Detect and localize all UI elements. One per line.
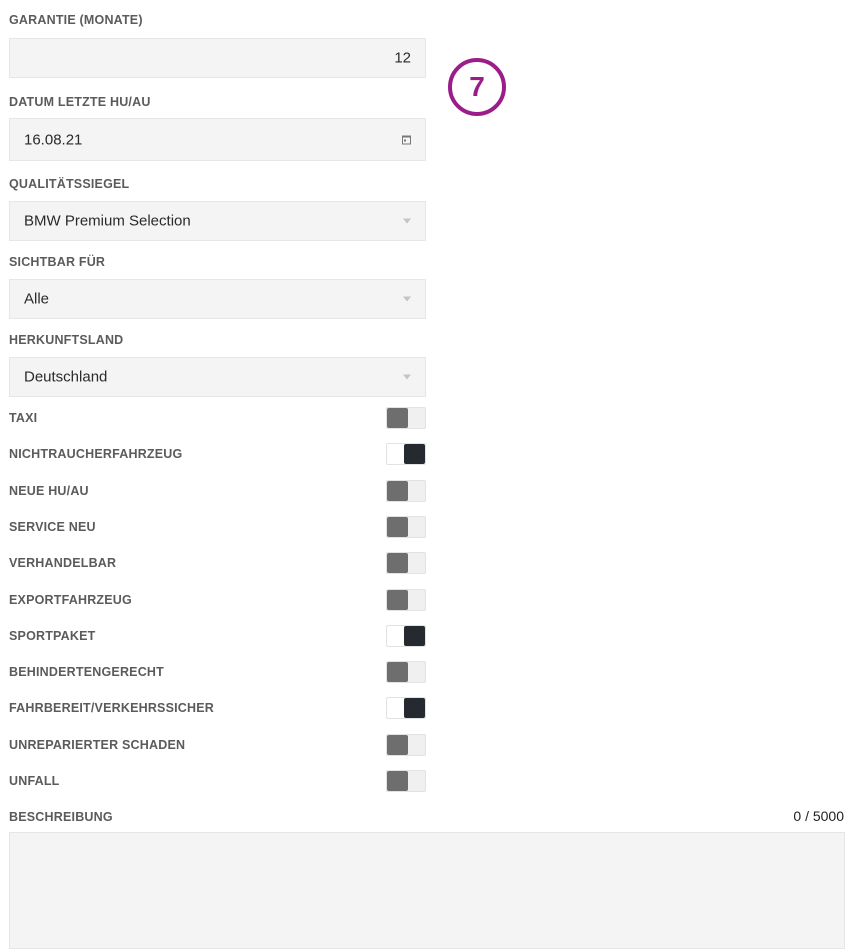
toggle-row: TAXI <box>9 407 426 429</box>
toggle-label: NEUE HU/AU <box>9 484 89 498</box>
toggle-knob <box>387 481 408 501</box>
herkunft-select[interactable]: Deutschland <box>9 357 426 397</box>
toggle-label: SERVICE NEU <box>9 520 96 534</box>
toggle-knob <box>387 517 408 537</box>
toggle-row: NEUE HU/AU <box>9 480 426 502</box>
toggle-knob <box>387 408 408 428</box>
toggle-label: BEHINDERTENGERECHT <box>9 665 164 679</box>
toggle-switch[interactable] <box>386 661 426 683</box>
toggle-knob <box>387 553 408 573</box>
siegel-value: BMW Premium Selection <box>24 212 191 230</box>
toggle-knob <box>387 662 408 682</box>
toggle-switch[interactable] <box>386 734 426 756</box>
toggle-switch[interactable] <box>386 443 426 465</box>
toggle-row: BEHINDERTENGERECHT <box>9 661 426 683</box>
toggle-row: EXPORTFAHRZEUG <box>9 589 426 611</box>
calendar-icon[interactable] <box>402 135 411 144</box>
garantie-input[interactable]: 12 <box>9 38 426 78</box>
siegel-label: QUALITÄTSSIEGEL <box>9 177 130 191</box>
garantie-value: 12 <box>394 49 411 67</box>
toggle-label: UNREPARIERTER SCHADEN <box>9 738 186 752</box>
sichtbar-label: SICHTBAR FÜR <box>9 255 106 269</box>
herkunft-label: HERKUNFTSLAND <box>9 333 124 347</box>
beschreibung-label: BESCHREIBUNG <box>9 810 113 824</box>
toggle-switch[interactable] <box>386 770 426 792</box>
toggle-row: UNFALL <box>9 770 426 792</box>
toggle-switch[interactable] <box>386 516 426 538</box>
toggle-knob <box>404 626 425 646</box>
toggle-label: UNFALL <box>9 774 60 788</box>
toggle-row: NICHTRAUCHERFAHRZEUG <box>9 443 426 465</box>
datum-value: 16.08.21 <box>24 131 83 148</box>
toggle-switch[interactable] <box>386 625 426 647</box>
toggle-label: NICHTRAUCHERFAHRZEUG <box>9 447 183 461</box>
toggle-knob <box>387 735 408 755</box>
datum-input[interactable]: 16.08.21 <box>9 118 426 161</box>
chevron-down-icon <box>403 218 411 224</box>
garantie-label: GARANTIE (MONATE) <box>9 13 143 27</box>
toggle-switch[interactable] <box>386 552 426 574</box>
datum-label: DATUM LETZTE HU/AU <box>9 95 151 109</box>
siegel-select[interactable]: BMW Premium Selection <box>9 201 426 241</box>
chevron-down-icon <box>403 374 411 380</box>
sichtbar-value: Alle <box>24 290 50 308</box>
toggle-switch[interactable] <box>386 589 426 611</box>
toggle-knob <box>404 698 425 718</box>
toggle-row: VERHANDELBAR <box>9 552 426 574</box>
toggle-label: VERHANDELBAR <box>9 556 117 570</box>
toggle-knob <box>404 444 425 464</box>
toggle-knob <box>387 771 408 791</box>
sichtbar-select[interactable]: Alle <box>9 279 426 319</box>
herkunft-value: Deutschland <box>24 368 108 386</box>
toggle-label: EXPORTFAHRZEUG <box>9 593 132 607</box>
toggle-row: SERVICE NEU <box>9 516 426 538</box>
toggle-label: TAXI <box>9 411 38 425</box>
annotation-badge: 7 <box>448 58 506 116</box>
toggle-knob <box>387 590 408 610</box>
toggle-switch[interactable] <box>386 697 426 719</box>
toggle-row: UNREPARIERTER SCHADEN <box>9 734 426 756</box>
toggle-row: FAHRBEREIT/VERKEHRSSICHER <box>9 697 426 719</box>
toggle-label: FAHRBEREIT/VERKEHRSSICHER <box>9 701 215 715</box>
toggle-label: SPORTPAKET <box>9 629 96 643</box>
toggle-switch[interactable] <box>386 480 426 502</box>
character-counter: 0 / 5000 <box>793 808 844 824</box>
chevron-down-icon <box>403 296 411 302</box>
toggle-switch[interactable] <box>386 407 426 429</box>
toggle-row: SPORTPAKET <box>9 625 426 647</box>
beschreibung-textarea[interactable] <box>9 832 845 949</box>
